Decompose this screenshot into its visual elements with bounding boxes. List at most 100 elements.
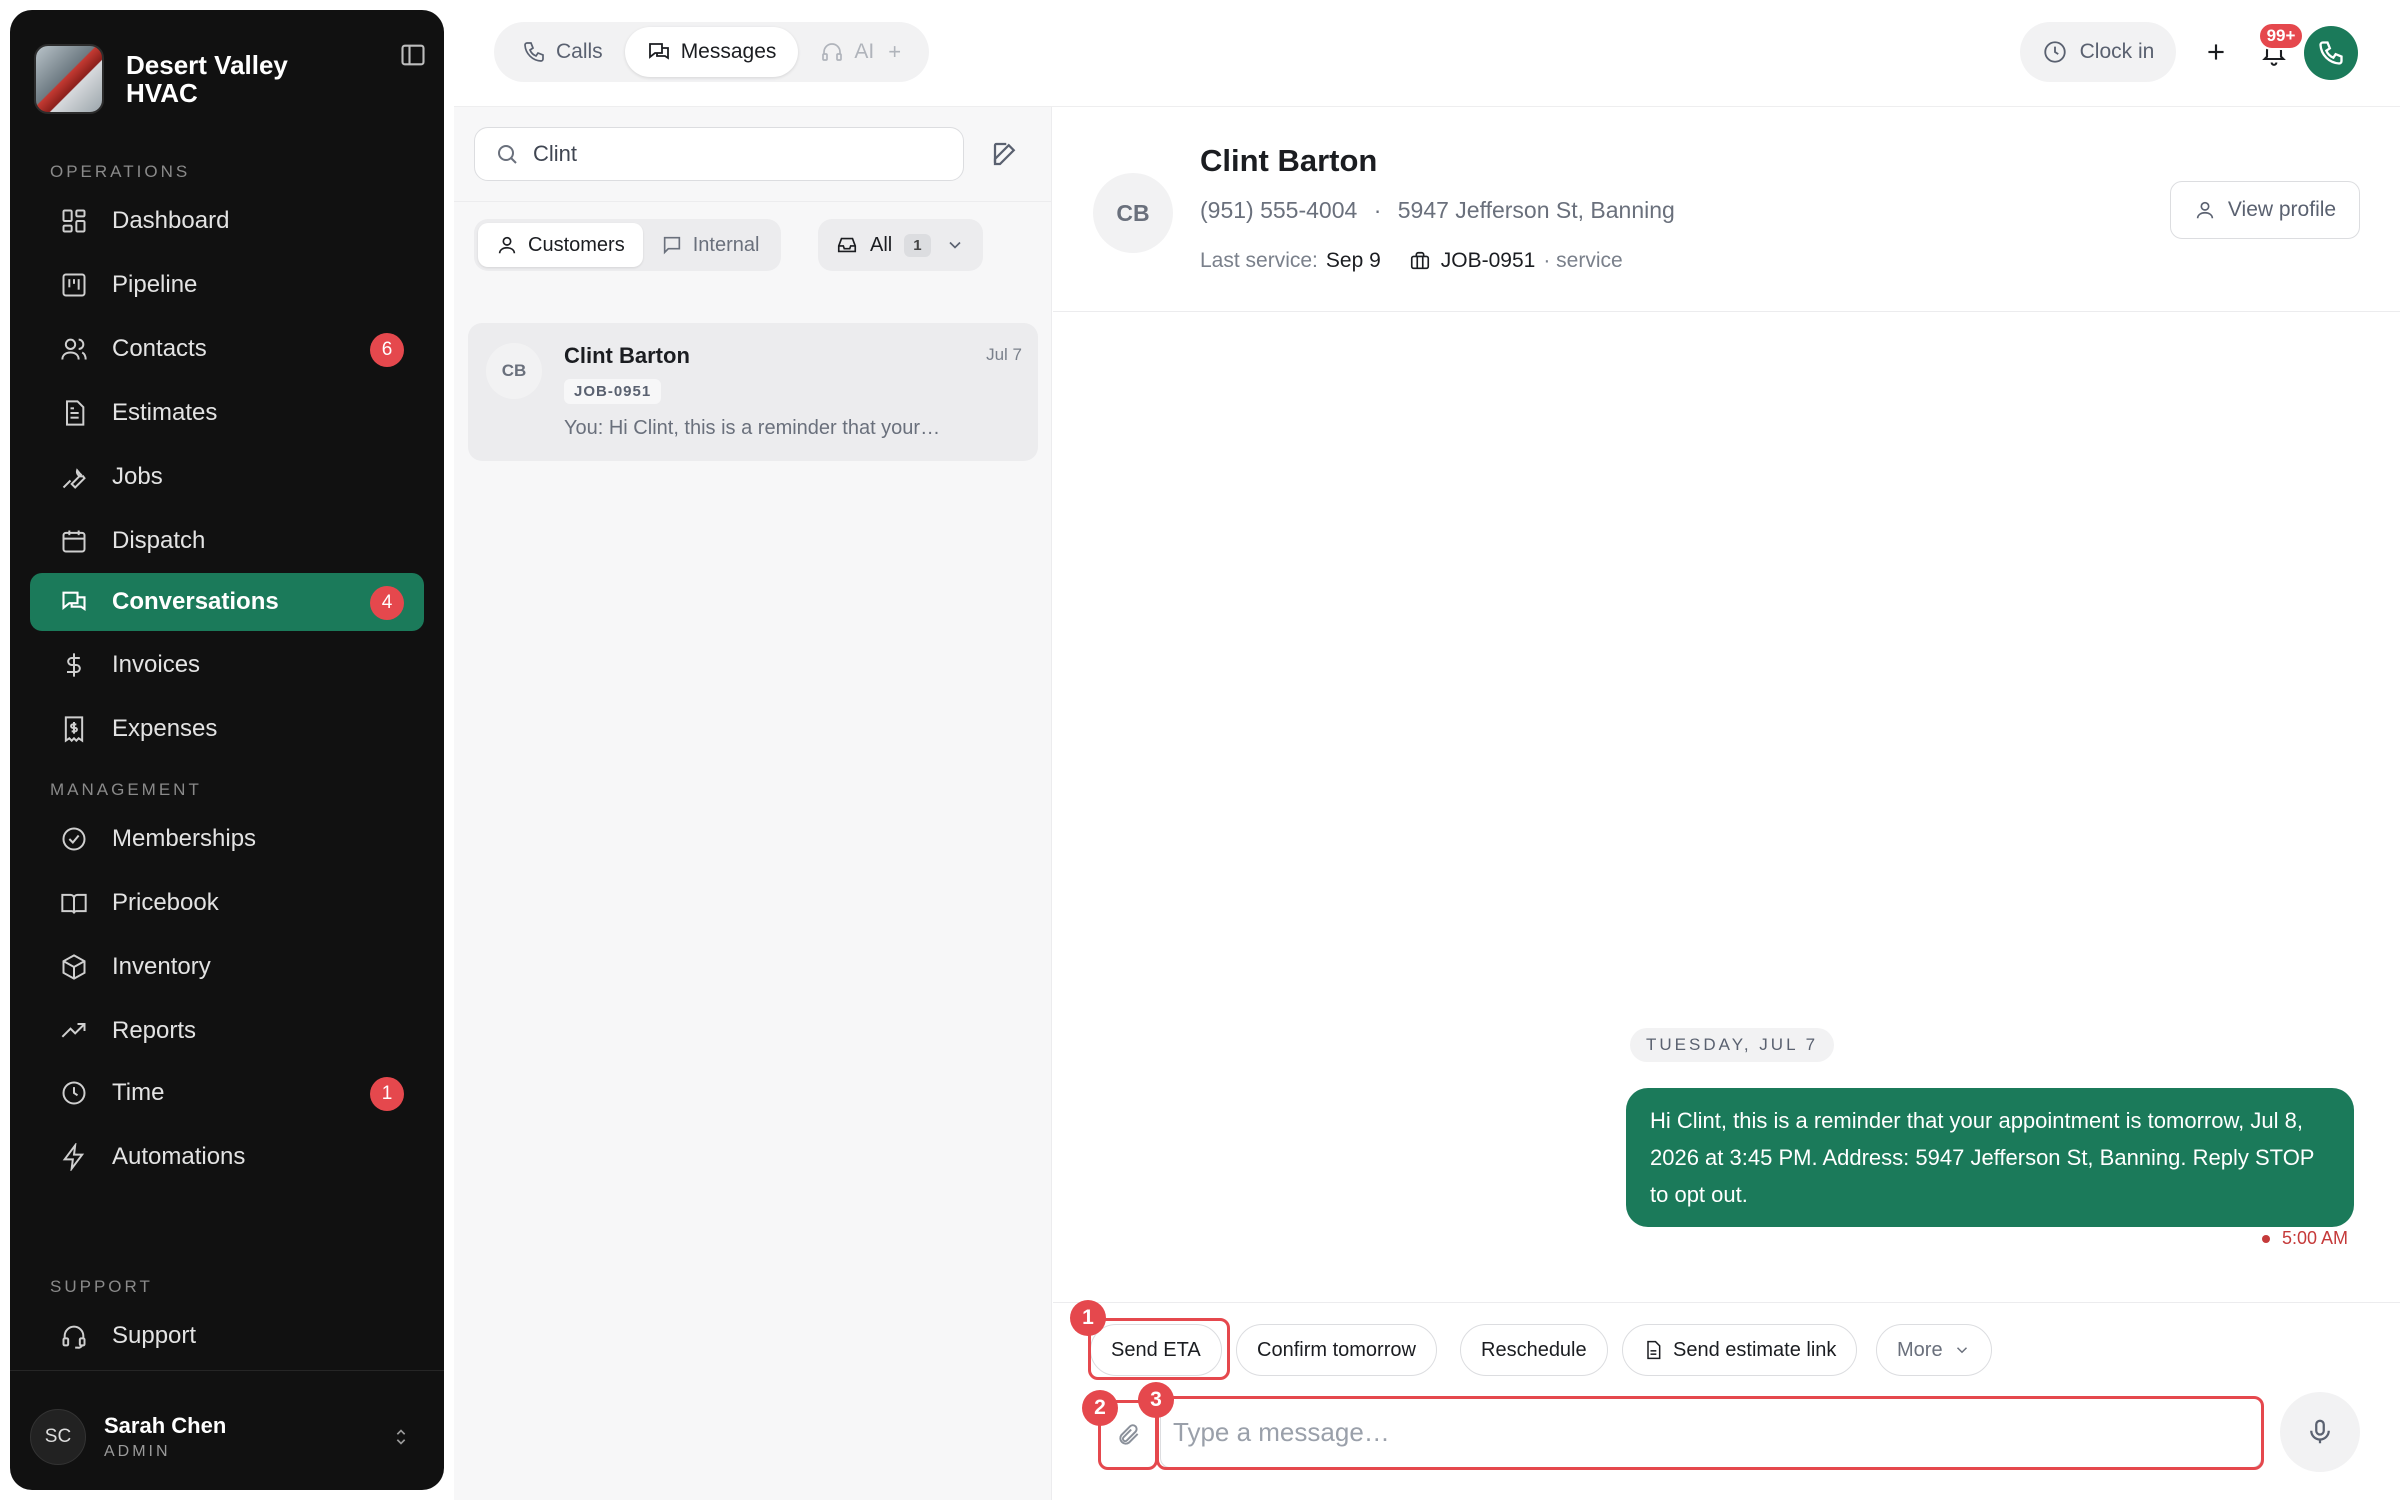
tab-label: AI xyxy=(854,40,875,63)
compose-icon xyxy=(993,142,1016,166)
sidebar-item-pricebook[interactable]: Pricebook xyxy=(30,874,424,932)
brand[interactable]: Desert Valley HVAC xyxy=(34,34,420,124)
quick-reply-confirm-tomorrow[interactable]: Confirm tomorrow xyxy=(1236,1324,1437,1376)
highlight-send-eta xyxy=(1088,1318,1230,1380)
outgoing-message-bubble: Hi Clint, this is a reminder that your a… xyxy=(1626,1088,2354,1227)
user-icon xyxy=(496,234,518,256)
tab-calls[interactable]: Calls xyxy=(500,27,625,77)
sidebar-toggle-icon[interactable] xyxy=(396,38,430,72)
last-service-value: Sep 9 xyxy=(1325,249,1381,272)
box-icon xyxy=(58,951,90,983)
view-profile-label: View profile xyxy=(2227,198,2337,221)
tab-messages[interactable]: Messages xyxy=(624,27,799,77)
chip-label: More xyxy=(1897,1338,1943,1361)
sidebar-item-inventory[interactable]: Inventory xyxy=(30,938,424,996)
contact-service-info: Last service: Sep 9 JOB-0951 · service xyxy=(1200,249,1623,273)
message-square-icon xyxy=(661,234,683,256)
list-divider xyxy=(454,201,1052,202)
receipt-icon xyxy=(58,713,90,745)
job-link[interactable]: JOB-0951 · service xyxy=(1409,249,1623,273)
sidebar-item-expenses[interactable]: Expenses xyxy=(30,700,424,758)
sidebar-item-reports[interactable]: Reports xyxy=(30,1002,424,1060)
clock-in-button[interactable]: Clock in xyxy=(2020,22,2176,82)
separator: · xyxy=(1373,197,1382,223)
contact-address: 5947 Jefferson St, Banning xyxy=(1397,197,1675,223)
avatar: SC xyxy=(30,1409,86,1465)
sidebar-item-label: Jobs xyxy=(112,463,163,490)
contact-phone[interactable]: (951) 555-4004 xyxy=(1200,197,1357,223)
message-timestamp: 5:00 AM xyxy=(2262,1228,2348,1249)
tab-ai[interactable]: AI + xyxy=(798,27,923,77)
clock-icon xyxy=(58,1077,90,1109)
call-button[interactable] xyxy=(2304,26,2358,80)
sidebar-item-label: Automations xyxy=(112,1143,246,1170)
annotation-marker-3: 3 xyxy=(1138,1382,1174,1418)
sidebar-item-time[interactable]: Time 1 xyxy=(30,1064,424,1122)
sidebar-item-jobs[interactable]: Jobs xyxy=(30,448,424,506)
time-count-badge: 1 xyxy=(370,1077,404,1111)
chat-header: CB Clint Barton (951) 555-4004 · 5947 Je… xyxy=(1053,107,2400,312)
segment-customers[interactable]: Customers xyxy=(478,223,643,267)
brand-logo xyxy=(34,44,104,114)
sidebar-item-invoices[interactable]: Invoices xyxy=(30,636,424,694)
estimates-icon xyxy=(58,397,90,429)
view-profile-button[interactable]: View profile xyxy=(2170,181,2360,239)
user-role: ADMIN xyxy=(104,1443,171,1460)
conversation-name: Clint Barton xyxy=(564,343,690,368)
sidebar: Desert Valley HVAC OPERATIONS Dashboard … xyxy=(10,10,444,1490)
sidebar-item-contacts[interactable]: Contacts 6 xyxy=(30,320,424,378)
document-icon xyxy=(1643,1340,1663,1360)
annotation-marker-1: 1 xyxy=(1070,1300,1106,1336)
sidebar-item-support[interactable]: Support xyxy=(30,1307,424,1365)
conversation-list-panel: Customers Internal All 1 CB Clint Barton… xyxy=(454,107,1052,1500)
sidebar-item-label: Dashboard xyxy=(112,207,230,234)
sidebar-item-dashboard[interactable]: Dashboard xyxy=(30,192,424,250)
chevron-down-icon xyxy=(1953,1341,1971,1359)
channel-tabs: Calls Messages AI + xyxy=(494,22,930,82)
conversation-preview: You: Hi Clint, this is a reminder that y… xyxy=(564,417,941,439)
quick-reply-more[interactable]: More xyxy=(1876,1324,1992,1376)
bolt-icon xyxy=(58,1141,90,1173)
tab-label: Calls xyxy=(556,40,603,63)
sidebar-item-label: Expenses xyxy=(112,715,218,742)
sidebar-item-label: Estimates xyxy=(112,399,218,426)
list-item[interactable]: CB Clint Barton Jul 7 JOB-0951 You: Hi C… xyxy=(468,323,1038,461)
tab-label: Messages xyxy=(680,40,777,63)
annotation-marker-2: 2 xyxy=(1082,1390,1118,1426)
contact-name: Clint Barton xyxy=(1200,143,1378,178)
voice-button[interactable] xyxy=(2280,1392,2360,1472)
sidebar-item-label: Contacts xyxy=(112,335,207,362)
chat-icon xyxy=(58,586,90,618)
sidebar-item-estimates[interactable]: Estimates xyxy=(30,384,424,442)
clock-icon xyxy=(2042,39,2068,65)
date-divider: TUESDAY, JUL 7 xyxy=(1630,1028,1835,1062)
search-icon xyxy=(498,145,517,164)
sidebar-item-conversations[interactable]: Conversations 4 xyxy=(30,573,424,631)
badge-check-icon xyxy=(58,823,90,855)
segment-label: Internal xyxy=(692,233,760,256)
quick-reply-send-estimate-link[interactable]: Send estimate link xyxy=(1622,1324,1858,1376)
sidebar-item-label: Inventory xyxy=(112,953,211,980)
plus-icon: + xyxy=(888,39,902,64)
segment-internal[interactable]: Internal xyxy=(643,223,778,267)
sidebar-item-dispatch[interactable]: Dispatch xyxy=(30,512,424,570)
filter-dropdown[interactable]: All 1 xyxy=(818,219,983,271)
sidebar-item-memberships[interactable]: Memberships xyxy=(30,810,424,868)
contact-details: (951) 555-4004 · 5947 Jefferson St, Bann… xyxy=(1200,197,1675,224)
chevron-up-down-icon xyxy=(390,1424,412,1455)
user-menu[interactable]: SC Sarah Chen ADMIN xyxy=(30,1402,424,1472)
sidebar-item-pipeline[interactable]: Pipeline xyxy=(30,256,424,314)
conversation-date: Jul 7 xyxy=(986,345,1022,364)
dollar-icon xyxy=(58,649,90,681)
sidebar-item-label: Time xyxy=(112,1079,165,1106)
avatar: CB xyxy=(1093,173,1173,253)
segment-label: Customers xyxy=(528,233,625,256)
phone-icon xyxy=(2319,41,2343,65)
search-input[interactable] xyxy=(533,141,933,167)
sidebar-item-label: Conversations xyxy=(112,588,279,615)
compose-button[interactable] xyxy=(984,133,1026,175)
dashboard-icon xyxy=(58,205,90,237)
quick-reply-reschedule[interactable]: Reschedule xyxy=(1460,1324,1608,1376)
add-button[interactable] xyxy=(2186,22,2246,82)
sidebar-item-automations[interactable]: Automations xyxy=(30,1128,424,1186)
